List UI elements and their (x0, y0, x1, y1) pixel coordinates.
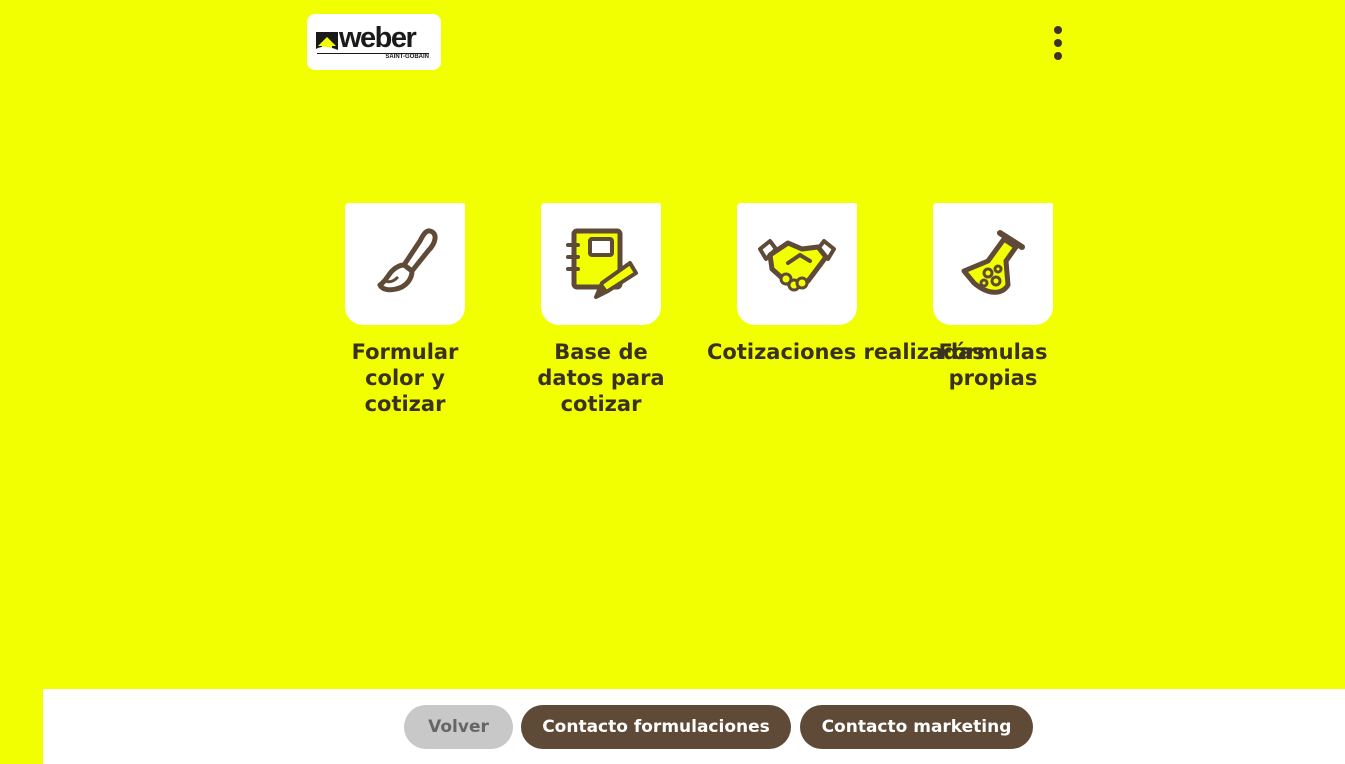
tile-label: Base de datos para cotizar (537, 340, 665, 416)
tile-formular-color[interactable]: Formular color y cotizar (335, 203, 475, 417)
handshake-icon (758, 239, 836, 292)
flask-icon (961, 230, 1025, 295)
contact-marketing-button[interactable]: Contacto marketing (800, 705, 1033, 749)
tile-card (933, 203, 1053, 325)
tile-base-de-datos[interactable]: Base de datos para cotizar (531, 203, 671, 417)
weber-logo[interactable]: weber SAINT-GOBAIN (307, 14, 441, 70)
paintbrush-icon (377, 228, 438, 293)
tile-card (345, 203, 465, 325)
tile-formulas-propias[interactable]: Fórmulas propias (923, 203, 1063, 391)
tile-cotizaciones[interactable]: Cotizaciones realizadas (707, 203, 985, 365)
tile-label: Formular color y cotizar (351, 340, 459, 416)
contact-formulations-button[interactable]: Contacto formulaciones (521, 705, 791, 749)
page: weber SAINT-GOBAIN Formular color y coti… (0, 0, 1345, 764)
tile-card (541, 203, 661, 325)
logo-subtext: SAINT-GOBAIN (385, 54, 429, 60)
footer-bar: Volver Contacto formulaciones Contacto m… (43, 689, 1345, 764)
tile-card (737, 203, 857, 325)
logo-wordmark: weber (339, 22, 417, 54)
tile-label: Fórmulas propias (938, 340, 1048, 390)
tile-label: Cotizaciones realizadas (707, 340, 985, 364)
notebook-pencil-icon (566, 228, 638, 299)
kebab-menu-icon[interactable] (1046, 26, 1070, 60)
back-button[interactable]: Volver (404, 705, 513, 749)
weber-logo-mark-icon (316, 32, 338, 54)
